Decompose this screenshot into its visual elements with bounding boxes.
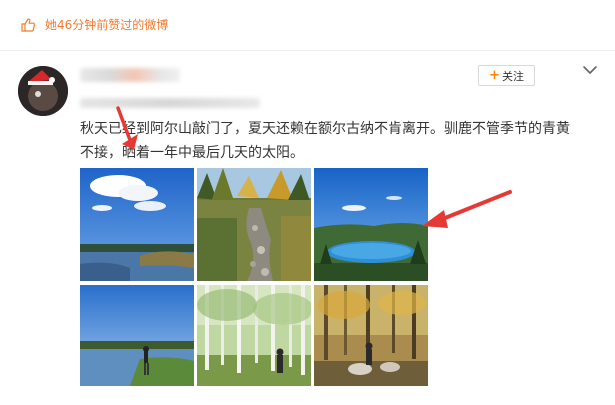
photo-mountain-lake[interactable]	[314, 168, 428, 281]
chevron-down-icon[interactable]	[580, 62, 600, 78]
avatar[interactable]	[18, 66, 68, 116]
liked-notice-bar: 她46分钟前赞过的微博	[0, 0, 615, 50]
weibo-feed-card: 她46分钟前赞过的微博 + 关注 秋天已经到阿尔山敲门了，夏天还赖在额尔古纳不肯…	[0, 0, 615, 405]
post-text-line-1: 秋天已经到阿尔山敲门了，夏天还赖在额尔古纳不肯离开。驯鹿不管季节的青黄	[80, 121, 570, 137]
username-redacted[interactable]	[80, 68, 180, 82]
follow-label: 关注	[501, 69, 524, 83]
divider	[0, 50, 615, 51]
post-meta-redacted	[80, 98, 260, 108]
liked-notice-text[interactable]: 她46分钟前赞过的微博	[45, 17, 168, 33]
photo-birch-forest[interactable]	[197, 285, 311, 386]
follow-button[interactable]: + 关注	[478, 65, 535, 86]
post-text-line-2: 不接，晒着一年中最后几天的太阳。	[80, 145, 304, 161]
photo-reindeer-camp[interactable]	[314, 285, 428, 386]
photo-grid	[80, 168, 428, 386]
photo-forest-stream[interactable]	[197, 168, 311, 281]
annotation-arrow-right	[422, 190, 512, 228]
avatar-image	[18, 66, 68, 116]
photo-clouds-lake[interactable]	[80, 168, 194, 281]
thumbs-up-icon	[21, 18, 36, 32]
photo-river-person[interactable]	[80, 285, 194, 386]
plus-icon: +	[489, 68, 500, 83]
post-text: 秋天已经到阿尔山敲门了，夏天还赖在额尔古纳不肯离开。驯鹿不管季节的青黄 不接，晒…	[80, 117, 600, 165]
